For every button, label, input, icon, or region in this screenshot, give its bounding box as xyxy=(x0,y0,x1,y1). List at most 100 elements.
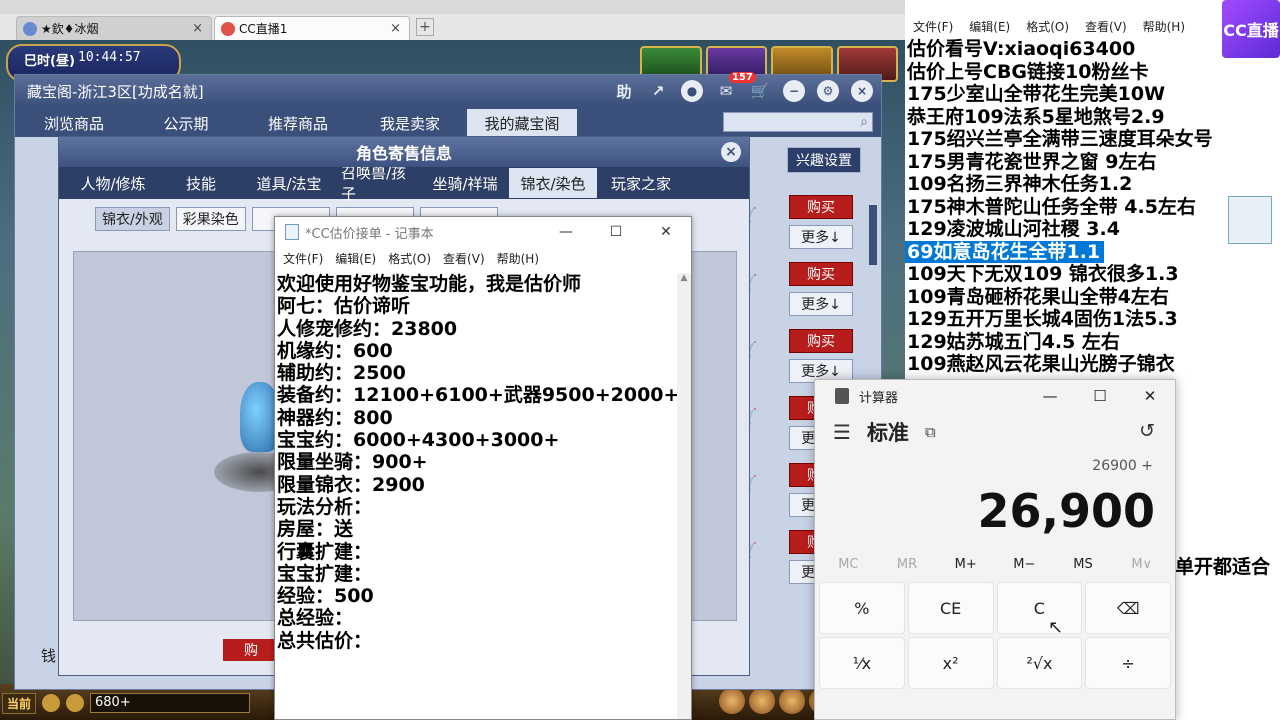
memory-recall-button[interactable]: MR xyxy=(878,548,937,582)
minimize-icon[interactable]: − xyxy=(783,80,805,102)
tab-pets[interactable]: 召唤兽/孩子 xyxy=(333,164,421,203)
reciprocal-button[interactable]: ¹⁄x xyxy=(819,637,905,689)
menu-edit[interactable]: 编辑(E) xyxy=(335,250,376,267)
calculator-mode: 标准 xyxy=(866,421,909,445)
cbg-search-input[interactable]: ⌕ xyxy=(723,112,873,132)
close-icon[interactable]: × xyxy=(388,21,403,36)
chat-channel-button[interactable]: 当前 xyxy=(2,692,37,714)
cart-icon[interactable]: 🛒 xyxy=(749,80,771,102)
tab-favicon-icon xyxy=(221,21,235,36)
clear-entry-button[interactable]: CE xyxy=(907,582,994,634)
subtab-dye[interactable]: 彩果染色 xyxy=(175,207,246,231)
share-icon[interactable]: ↗ xyxy=(647,80,669,102)
maximize-icon[interactable]: ☐ xyxy=(591,224,641,240)
menu-format[interactable]: 格式(O) xyxy=(1026,18,1069,35)
tab-character[interactable]: 人物/修炼 xyxy=(69,168,157,198)
window-titlebar: 计算器 — ☐ ✕ xyxy=(815,380,1175,412)
menu-help[interactable]: 帮助(H) xyxy=(497,250,539,267)
browser-tab-2[interactable]: CC直播1 × xyxy=(214,16,410,40)
memory-subtract-button[interactable]: M− xyxy=(995,548,1054,582)
hamburger-menu-icon[interactable]: ☰ xyxy=(833,420,851,444)
text-line: 总共估价： xyxy=(277,629,373,652)
tab-mounts[interactable]: 坐骑/祥瑞 xyxy=(421,168,509,198)
interest-settings-button[interactable]: 兴趣设置 xyxy=(787,147,861,173)
maximize-icon[interactable]: ☐ xyxy=(1075,387,1125,405)
nav-browse[interactable]: 浏览商品 xyxy=(19,109,129,137)
shortcut-icon[interactable] xyxy=(719,688,745,714)
notepad-estimate-window: *CC估价接单 - 记事本 — ☐ ✕ 文件(F) 编辑(E) 格式(O) 查看… xyxy=(274,216,692,720)
minimize-icon[interactable]: — xyxy=(541,224,591,240)
percent-button[interactable]: % xyxy=(819,582,905,634)
shortcut-icon[interactable] xyxy=(749,688,775,714)
text-line: 175男青花瓷世界之窗 9左右 xyxy=(907,150,1157,173)
text-line: 175少室山全带花生完美10W xyxy=(907,83,1166,105)
message-icon[interactable]: ✉ 157 xyxy=(715,72,756,102)
nav-recommend[interactable]: 推荐商品 xyxy=(243,109,353,137)
menu-file[interactable]: 文件(F) xyxy=(913,18,953,35)
tab-home[interactable]: 玩家之家 xyxy=(597,168,685,198)
nav-public[interactable]: 公示期 xyxy=(131,109,241,137)
minimize-icon[interactable]: — xyxy=(1025,387,1075,405)
help-icon[interactable]: 助 xyxy=(613,80,635,102)
chat-input[interactable]: 680+ xyxy=(90,693,251,713)
memory-list-button[interactable]: M∨ xyxy=(1112,548,1171,582)
buy-button[interactable]: 购 xyxy=(223,639,279,661)
game-clock: 10:44:57 xyxy=(78,50,141,65)
notepad-text-area[interactable]: 估价看号V:xiaoqi63400 估价上号CBG链接10粉丝卡 175少室山全… xyxy=(905,38,1280,376)
menu-help[interactable]: 帮助(H) xyxy=(1143,18,1185,35)
menu-file[interactable]: 文件(F) xyxy=(283,250,323,267)
close-icon[interactable]: × xyxy=(851,80,873,102)
square-button[interactable]: x² xyxy=(907,637,994,689)
buy-button[interactable]: 购买 xyxy=(789,195,853,219)
square-root-button[interactable]: ²√x xyxy=(996,637,1083,689)
menu-edit[interactable]: 编辑(E) xyxy=(969,18,1010,35)
notepad-icon xyxy=(285,224,299,240)
memory-add-button[interactable]: M+ xyxy=(936,548,995,582)
vertical-scrollbar[interactable]: ▲ xyxy=(677,273,691,719)
game-time-label: 巳时(昼) xyxy=(24,54,75,69)
tab-skills[interactable]: 技能 xyxy=(157,168,245,198)
buy-button[interactable]: 购买 xyxy=(789,262,853,286)
tab-items[interactable]: 道具/法宝 xyxy=(245,168,333,198)
menu-format[interactable]: 格式(O) xyxy=(388,250,431,267)
cbg-scrollbar[interactable] xyxy=(869,205,877,265)
calculator-expression: 26900 + xyxy=(1092,458,1153,474)
clear-button[interactable]: C xyxy=(996,582,1083,634)
search-icon[interactable]: ⌕ xyxy=(860,114,868,130)
microphone-icon[interactable] xyxy=(42,694,61,712)
divide-button[interactable]: ÷ xyxy=(1085,637,1171,689)
shortcut-icon[interactable] xyxy=(779,688,805,714)
record-icon[interactable]: ● xyxy=(681,80,703,102)
memory-store-button[interactable]: MS xyxy=(1054,548,1113,582)
history-icon[interactable]: ↺ xyxy=(1139,420,1155,442)
notepad-text-area[interactable]: 欢迎使用好物鉴宝功能，我是估价师 阿七：估价谛听 人修宠修约：23800 机缘约… xyxy=(275,273,679,719)
menu-view[interactable]: 查看(V) xyxy=(1085,18,1127,35)
browser-tab-1[interactable]: ★欽♦冰烟 × xyxy=(16,16,212,40)
text-line: 109名扬三界神木任务1.2 xyxy=(907,173,1133,195)
close-icon[interactable]: × xyxy=(721,142,741,162)
scroll-up-icon[interactable]: ▲ xyxy=(677,273,691,283)
floating-widget[interactable] xyxy=(1228,196,1272,244)
keep-on-top-icon[interactable]: ⧉ xyxy=(925,423,936,441)
browser-tab-label: CC直播1 xyxy=(239,22,288,36)
emoji-icon[interactable] xyxy=(66,694,85,712)
text-line: 行囊扩建： xyxy=(277,540,373,563)
backspace-button[interactable]: ⌫ xyxy=(1085,582,1171,634)
nav-my-cbg[interactable]: 我的藏宝阁 xyxy=(467,109,577,137)
more-button[interactable]: 更多↓ xyxy=(789,225,853,249)
tab-costume[interactable]: 锦衣/染色 xyxy=(509,168,597,198)
menu-view[interactable]: 查看(V) xyxy=(443,250,485,267)
close-icon[interactable]: ✕ xyxy=(641,224,691,240)
close-icon[interactable]: × xyxy=(190,21,205,36)
text-line: 恭王府109法系5星地煞号2.9 xyxy=(907,105,1165,128)
buy-button[interactable]: 购买 xyxy=(789,329,853,353)
close-icon[interactable]: ✕ xyxy=(1125,387,1175,405)
memory-clear-button[interactable]: MC xyxy=(819,548,878,582)
subtab-costume[interactable]: 锦衣/外观 xyxy=(95,207,170,231)
text-line: 阿七：估价谛听 xyxy=(277,295,411,318)
browser-top-strip xyxy=(0,0,905,14)
gear-icon[interactable]: ⚙ xyxy=(817,80,839,102)
new-tab-button[interactable]: + xyxy=(416,18,434,36)
nav-seller[interactable]: 我是卖家 xyxy=(355,109,465,137)
more-button[interactable]: 更多↓ xyxy=(789,292,853,316)
